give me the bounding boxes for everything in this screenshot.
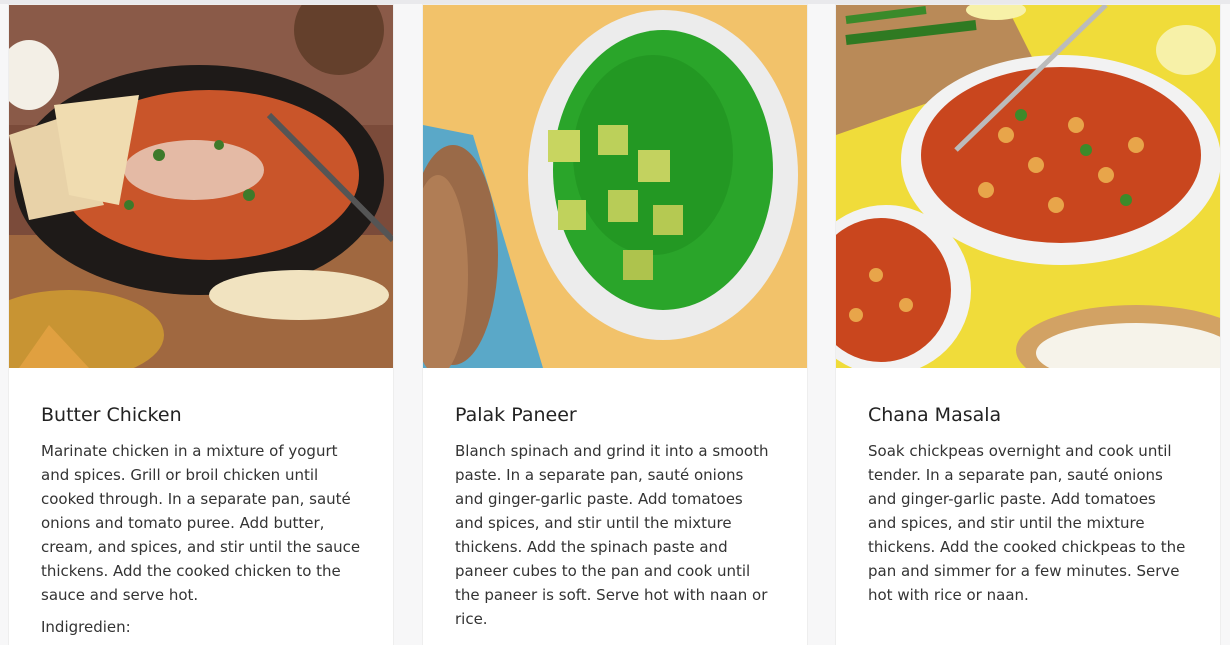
recipe-description: Marinate chicken in a mixture of yogurt … bbox=[41, 441, 361, 604]
palak-paneer-photo bbox=[423, 5, 807, 368]
top-border bbox=[0, 0, 1230, 4]
recipe-description: Soak chickpeas overnight and cook until … bbox=[868, 441, 1186, 604]
butter-chicken-photo bbox=[9, 5, 393, 368]
recipe-description: Blanch spinach and grind it into a smoot… bbox=[455, 441, 769, 628]
recipe-card-chana-masala[interactable]: Chana Masala Soak chickpeas overnight an… bbox=[836, 5, 1220, 645]
chana-masala-photo bbox=[836, 5, 1220, 368]
recipe-title: Palak Paneer bbox=[455, 404, 577, 426]
recipe-card-butter-chicken[interactable]: Butter Chicken Marinate chicken in a mix… bbox=[9, 5, 393, 645]
ingredients-label: Indigredien: bbox=[41, 617, 131, 636]
recipe-title: Butter Chicken bbox=[41, 404, 182, 426]
recipe-title: Chana Masala bbox=[868, 404, 1002, 426]
recipe-card-palak-paneer[interactable]: Palak Paneer Blanch spinach and grind it… bbox=[423, 5, 807, 645]
